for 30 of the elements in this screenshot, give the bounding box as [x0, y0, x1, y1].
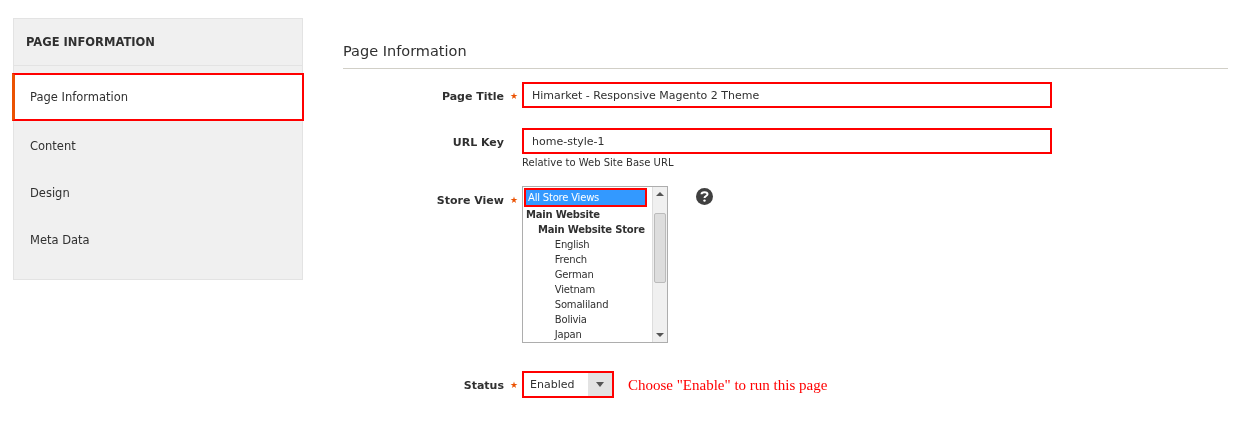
sidebar-item[interactable]: Design — [14, 171, 302, 215]
caret-icon — [596, 382, 604, 387]
sidebar-item[interactable]: Meta Data — [14, 218, 302, 262]
annotation-text: Choose "Enable" to run this page — [628, 376, 828, 394]
sidebar-title: PAGE INFORMATION — [14, 19, 302, 66]
scroll-down-icon[interactable] — [656, 332, 664, 338]
list-option[interactable]: English — [524, 237, 647, 252]
field-note: Relative to Web Site Base URL — [522, 157, 675, 168]
sidebar-item[interactable]: Page Information — [12, 73, 304, 121]
list-option[interactable]: Main Website Store — [524, 222, 647, 237]
list-option[interactable]: Vietnam — [524, 282, 647, 297]
field-label: URL Key — [452, 135, 504, 149]
field-label: Store View — [436, 193, 504, 207]
scroll-up-icon[interactable] — [656, 191, 664, 197]
status-select[interactable]: Enabled — [522, 371, 614, 398]
list-option[interactable]: French — [524, 252, 647, 267]
field-label: Status — [463, 378, 504, 392]
sidebar-item[interactable]: Content — [14, 124, 302, 168]
list-option[interactable]: Main Website — [524, 207, 647, 222]
help-icon[interactable] — [696, 188, 713, 205]
scrollbar[interactable] — [652, 187, 667, 342]
section-title: Page Information — [343, 43, 1228, 69]
list-option[interactable]: Somaliland — [524, 297, 647, 312]
text-field[interactable]: home-style-1 — [522, 128, 1052, 154]
list-option[interactable]: Japan — [524, 327, 647, 342]
store-view-listbox[interactable]: All Store Views Main Website Main Website Store English French German Vietnam Somaliland Bolivia Japan — [522, 186, 668, 343]
list-option[interactable]: German — [524, 267, 647, 282]
list-option[interactable]: Bolivia — [524, 312, 647, 327]
field-label: Page Title — [441, 89, 504, 103]
text-field[interactable]: Himarket - Responsive Magento 2 Theme — [522, 82, 1052, 108]
